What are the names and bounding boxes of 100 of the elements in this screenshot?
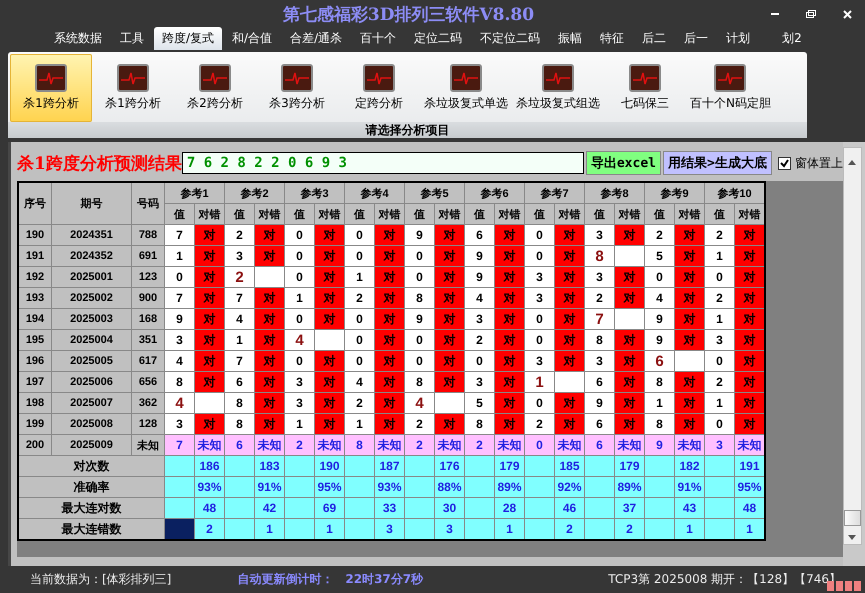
ribbon-button[interactable]: 杀3跨分析 [256,54,338,122]
ribbon-button[interactable]: 杀垃圾复式单选 [420,54,512,122]
value-cell: 1 [344,414,374,434]
prediction-field[interactable]: 7 6 2 8 2 2 0 6 9 3 [182,152,584,174]
menu-tab[interactable]: 计划 [718,27,758,50]
correct-cell: 对 [194,414,224,434]
stat-cell: 69 [314,498,344,518]
countdown-text: 22时37分7秒 [345,571,424,588]
correct-cell: 对 [254,330,284,350]
value-cell: 6 [224,372,254,392]
correct-cell: 对 [554,308,584,330]
result-cell: 未知 [674,434,704,456]
menu-tab[interactable]: 特征 [592,27,632,50]
ribbon-button[interactable]: 百十个N码定胆 [686,54,775,122]
column-group-header: 参考4 [344,182,404,204]
number-cell: 123 [132,266,164,288]
value-cell: 8 [644,372,674,392]
correct-cell: 对 [614,392,644,414]
correct-cell: 对 [374,350,404,372]
value-cell: 3 [284,392,314,414]
correct-cell: 对 [374,266,404,288]
column-header: 对错 [434,204,464,224]
row-number-cell: 193 [18,288,52,308]
stat-cell: 1 [494,518,524,540]
menu-tab[interactable]: 划2 [774,27,810,50]
stat-cell: 2 [614,518,644,540]
value-cell: 7 [164,434,194,456]
correct-cell: 对 [194,224,224,246]
correct-cell: 对 [674,392,704,414]
correct-cell: 对 [734,392,765,414]
ribbon-button[interactable]: 杀1跨分析 [92,54,174,122]
correct-cell: 对 [494,308,524,330]
value-cell: 1 [344,266,374,288]
value-cell: 3 [164,414,194,434]
correct-cell: 对 [674,288,704,308]
value-cell: 0 [704,414,734,434]
period-cell: 2025005 [52,350,132,372]
generate-button[interactable]: 用结果>生成大底 [662,151,772,175]
column-header: 值 [224,204,254,224]
result-cell: 未知 [614,434,644,456]
value-cell: 2 [464,330,494,350]
value-cell: 0 [344,330,374,350]
value-cell: 9 [584,392,614,414]
menu-tab[interactable]: 后二 [634,27,674,50]
menu-tab[interactable]: 不定位二码 [472,27,548,50]
period-cell: 2025007 [52,392,132,414]
correct-cell: 对 [614,414,644,434]
correct-cell: 对 [434,414,464,434]
scroll-thumb[interactable] [844,510,861,526]
value-cell: 2 [644,224,674,246]
stat-cell: 48 [734,498,765,518]
correct-cell: 对 [194,372,224,392]
menu-tab[interactable]: 百十个 [352,27,404,50]
correct-cell: 对 [194,246,224,266]
column-group-header: 参考9 [644,182,704,204]
number-cell: 691 [132,246,164,266]
correct-cell: 对 [194,308,224,330]
ribbon-button[interactable]: 杀2跨分析 [174,54,256,122]
ribbon-button[interactable]: 杀1跨分析 [10,54,92,122]
menu-tab[interactable]: 定位二码 [406,27,470,50]
value-cell: 7 [224,288,254,308]
correct-cell: 对 [434,350,464,372]
correct-cell: 对 [494,266,524,288]
correct-cell: 对 [554,246,584,266]
column-header: 值 [284,204,314,224]
value-cell: 6 [584,434,614,456]
correct-cell: 对 [194,266,224,288]
correct-cell: 对 [554,414,584,434]
column-header: 值 [704,204,734,224]
row-number-cell: 190 [18,224,52,246]
stat-cell: 93% [194,476,224,498]
menu-tab[interactable]: 后一 [676,27,716,50]
value-cell: 7 [584,308,614,330]
checkbox[interactable] [778,156,791,170]
menu-tab[interactable]: 振幅 [550,27,590,50]
value-cell: 8 [404,372,434,392]
stat-cell: 182 [674,456,704,476]
scrollbar[interactable] [842,147,862,545]
number-cell: 351 [132,330,164,350]
period-cell: 2025008 [52,414,132,434]
value-cell: 0 [524,434,554,456]
ribbon-button[interactable]: 定跨分析 [338,54,420,122]
stat-cell: 187 [374,456,404,476]
correct-cell: 对 [314,266,344,288]
export-button[interactable]: 导出excel [586,151,661,175]
value-cell: 0 [644,266,674,288]
menu-tab[interactable]: 系统数据 [46,27,110,50]
row-number-cell: 192 [18,266,52,288]
ribbon-button[interactable]: 杀垃圾复式组选 [512,54,604,122]
menu-tab[interactable]: 合差/通杀 [282,27,350,50]
column-header: 对错 [554,204,584,224]
menu-tab[interactable]: 和/合值 [224,27,280,50]
column-group-header: 参考7 [524,182,584,204]
value-cell: 8 [464,414,494,434]
correct-cell: 对 [614,224,644,246]
menu-tab[interactable]: 工具 [112,27,152,50]
correct-cell: 对 [494,414,524,434]
column-group-header: 参考6 [464,182,524,204]
menu-tab[interactable]: 跨度/复式 [154,27,222,50]
ribbon-button[interactable]: 七码保三 [604,54,686,122]
